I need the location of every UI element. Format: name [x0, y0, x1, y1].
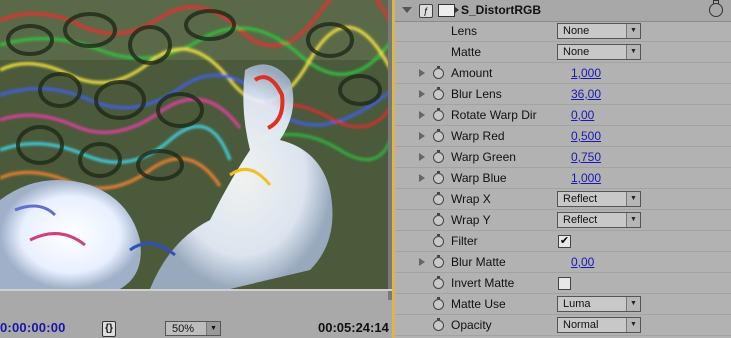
- reset-icon[interactable]: [709, 0, 723, 17]
- param-row-blur-lens: Blur Lens 36,00: [395, 84, 731, 105]
- param-row-warp-red: Warp Red 0,500: [395, 126, 731, 147]
- param-row-matte: Matte None ▼: [395, 42, 731, 63]
- program-monitor: 0:00:00:00 {} 50% ▼ 00:05:24:14: [0, 0, 392, 338]
- param-label: Blur Matte: [451, 255, 506, 269]
- param-row-warp-blue: Warp Blue 1,000: [395, 168, 731, 189]
- param-row-amount: Amount 1,000: [395, 63, 731, 84]
- chevron-down-icon: ▼: [206, 322, 220, 335]
- effect-name: S_DistortRGB: [461, 3, 542, 17]
- param-dropdown[interactable]: Luma ▼: [557, 296, 641, 312]
- effect-controls-panel: ƒ S_DistortRGB Lens None ▼ Matte None ▼ Amount…: [392, 0, 731, 338]
- param-label: Amount: [451, 66, 493, 80]
- twirl-right-icon[interactable]: [419, 90, 425, 98]
- param-value[interactable]: 36,00: [571, 87, 601, 101]
- zoom-dropdown[interactable]: 50% ▼: [165, 321, 221, 336]
- param-value[interactable]: 0,00: [571, 255, 594, 269]
- param-label: Blur Lens: [451, 87, 502, 101]
- twirl-right-icon[interactable]: [419, 258, 425, 266]
- param-row-invert-matte: Invert Matte: [395, 273, 731, 294]
- viewer-divider: [0, 289, 392, 291]
- current-timecode[interactable]: 0:00:00:00: [0, 320, 66, 335]
- param-row-wrap-x: Wrap X Reflect ▼: [395, 189, 731, 210]
- param-row-filter: Filter ✔: [395, 231, 731, 252]
- chevron-down-icon: ▼: [626, 213, 640, 227]
- twirl-right-icon[interactable]: [419, 69, 425, 77]
- param-row-rotate-warp-dir: Rotate Warp Dir 0,00: [395, 105, 731, 126]
- param-dropdown[interactable]: None ▼: [557, 44, 641, 60]
- stopwatch-icon[interactable]: [433, 108, 444, 121]
- param-row-warp-green: Warp Green 0,750: [395, 147, 731, 168]
- twirl-right-icon[interactable]: [419, 111, 425, 119]
- param-checkbox[interactable]: ✔: [558, 235, 571, 248]
- param-value[interactable]: 1,000: [571, 66, 601, 80]
- param-row-lens: Lens None ▼: [395, 21, 731, 42]
- dropdown-value: None: [563, 46, 590, 58]
- stopwatch-icon[interactable]: [433, 192, 444, 205]
- param-dropdown[interactable]: Normal ▼: [557, 317, 641, 333]
- param-label: Matte Use: [451, 297, 506, 311]
- param-label: Wrap X: [451, 192, 491, 206]
- distorted-video-image: [0, 0, 392, 289]
- param-row-opacity: Opacity Normal ▼: [395, 315, 731, 336]
- stopwatch-icon[interactable]: [433, 297, 444, 310]
- param-label: Wrap Y: [451, 213, 491, 227]
- safe-margins-button[interactable]: {}: [102, 321, 116, 337]
- stopwatch-icon[interactable]: [433, 255, 444, 268]
- param-dropdown[interactable]: Reflect ▼: [557, 191, 641, 207]
- param-row-matte-use: Matte Use Luma ▼: [395, 294, 731, 315]
- chevron-down-icon: ▼: [626, 297, 640, 311]
- stopwatch-icon[interactable]: [433, 318, 444, 331]
- stopwatch-icon[interactable]: [433, 66, 444, 79]
- dropdown-value: None: [563, 25, 590, 37]
- stopwatch-icon[interactable]: [433, 87, 444, 100]
- param-dropdown[interactable]: None ▼: [557, 23, 641, 39]
- param-checkbox[interactable]: [558, 277, 571, 290]
- twirl-right-icon[interactable]: [419, 174, 425, 182]
- param-label: Lens: [451, 24, 478, 38]
- zoom-value: 50%: [172, 323, 195, 335]
- effect-header: ƒ S_DistortRGB: [395, 0, 731, 22]
- param-label: Invert Matte: [451, 276, 515, 290]
- stopwatch-icon[interactable]: [433, 171, 444, 184]
- param-value[interactable]: 0,500: [571, 129, 601, 143]
- param-value[interactable]: 1,000: [571, 171, 601, 185]
- stopwatch-icon[interactable]: [433, 150, 444, 163]
- stopwatch-icon[interactable]: [433, 276, 444, 289]
- film-icon: [438, 4, 459, 17]
- stopwatch-icon[interactable]: [433, 213, 444, 226]
- param-value[interactable]: 0,750: [571, 150, 601, 164]
- dropdown-value: Normal: [563, 319, 599, 331]
- fx-toggle-icon[interactable]: ƒ: [419, 4, 433, 18]
- dropdown-value: Reflect: [563, 193, 598, 205]
- chevron-down-icon: ▼: [626, 24, 640, 38]
- checkmark-icon: ✔: [559, 235, 570, 247]
- dropdown-value: Reflect: [563, 214, 598, 226]
- stopwatch-icon[interactable]: [433, 129, 444, 142]
- param-label: Filter: [451, 234, 478, 248]
- twirl-down-icon[interactable]: [402, 7, 412, 13]
- param-value[interactable]: 0,00: [571, 108, 594, 122]
- video-preview-frame[interactable]: [0, 0, 392, 289]
- param-row-wrap-y: Wrap Y Reflect ▼: [395, 210, 731, 231]
- param-label: Matte: [451, 45, 482, 59]
- twirl-right-icon[interactable]: [419, 132, 425, 140]
- twirl-right-icon[interactable]: [419, 153, 425, 161]
- param-label: Warp Blue: [451, 171, 507, 185]
- dropdown-value: Luma: [563, 298, 591, 310]
- param-dropdown[interactable]: Reflect ▼: [557, 212, 641, 228]
- chevron-down-icon: ▼: [626, 192, 640, 206]
- param-label: Warp Green: [451, 150, 516, 164]
- chevron-down-icon: ▼: [626, 318, 640, 332]
- param-label: Opacity: [451, 318, 492, 332]
- param-row-blur-matte: Blur Matte 0,00: [395, 252, 731, 273]
- duration-timecode: 00:05:24:14: [318, 320, 389, 335]
- param-label: Warp Red: [451, 129, 505, 143]
- chevron-down-icon: ▼: [626, 45, 640, 59]
- stopwatch-icon[interactable]: [433, 234, 444, 247]
- param-label: Rotate Warp Dir: [451, 108, 537, 122]
